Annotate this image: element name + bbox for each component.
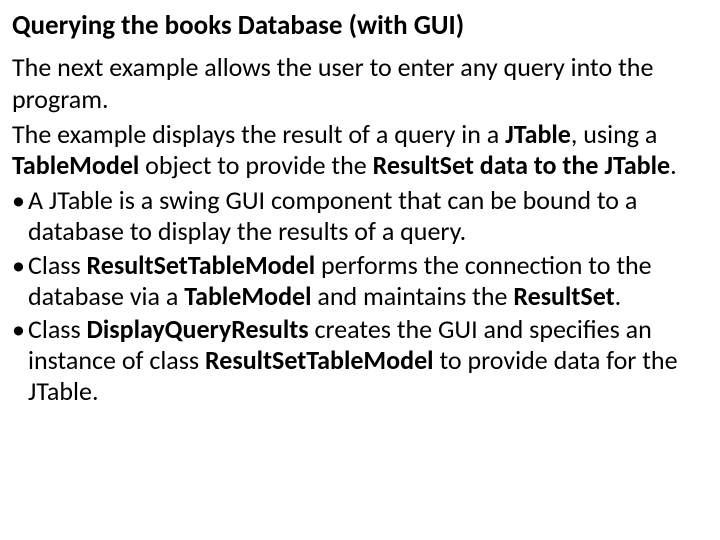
bullet-list: A JTable is a swing GUI component that c… xyxy=(12,185,708,407)
text: . xyxy=(615,280,622,312)
list-item: Class ResultSetTableModel performs the c… xyxy=(12,250,708,312)
text: , using a xyxy=(571,118,657,150)
term-jtable: JTable xyxy=(505,118,571,150)
term-resultset-data: ResultSet data to the JTable xyxy=(373,149,671,181)
term-resultset: ResultSet xyxy=(513,280,614,312)
text: Class xyxy=(28,249,87,281)
intro-paragraph-1: The next example allows the user to ente… xyxy=(12,52,708,114)
term-tablemodel: TableModel xyxy=(12,149,139,181)
text: object to provide the xyxy=(139,149,372,181)
text: Class xyxy=(28,313,87,345)
list-item: Class DisplayQueryResults creates the GU… xyxy=(12,314,708,408)
page-title: Querying the books Database (with GUI) xyxy=(12,10,708,42)
text: and maintains the xyxy=(312,280,514,312)
term-tablemodel: TableModel xyxy=(184,280,311,312)
list-item: A JTable is a swing GUI component that c… xyxy=(12,185,708,247)
term-resultsettablemodel: ResultSetTableModel xyxy=(87,249,316,281)
term-displayqueryresults: DisplayQueryResults xyxy=(87,313,309,345)
text: The example displays the result of a que… xyxy=(12,118,505,150)
text: . xyxy=(670,149,677,181)
intro-paragraph-2: The example displays the result of a que… xyxy=(12,119,708,181)
term-resultsettablemodel: ResultSetTableModel xyxy=(205,344,434,376)
